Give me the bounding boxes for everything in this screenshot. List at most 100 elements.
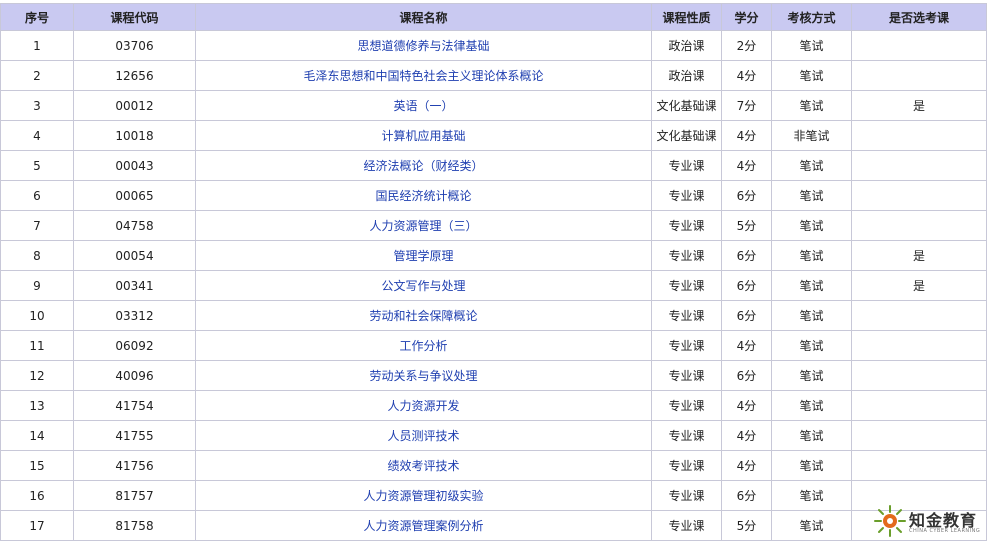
cell-elective: 是 — [851, 240, 987, 271]
cell-no: 2 — [0, 60, 74, 91]
course-name-link[interactable]: 毛泽东思想和中国特色社会主义理论体系概论 — [303, 69, 543, 83]
cell-credit: 6分 — [721, 480, 772, 511]
cell-exam: 笔试 — [771, 300, 852, 331]
cell-exam: 笔试 — [771, 270, 852, 301]
cell-code: 00065 — [73, 180, 196, 211]
cell-exam: 笔试 — [771, 330, 852, 361]
cell-exam: 笔试 — [771, 240, 852, 271]
table-body: 1 03706 思想道德修养与法律基础 政治课 2分 笔试 2 12656 毛泽东思想和中国特色… — [0, 30, 987, 541]
cell-credit: 6分 — [721, 270, 772, 301]
course-name-link[interactable]: 人力资源管理案例分析 — [363, 519, 483, 533]
cell-no: 9 — [0, 270, 74, 301]
table-row: 6 00065 国民经济统计概论 专业课 6分 笔试 — [0, 180, 987, 211]
cell-elective — [851, 420, 987, 451]
cell-name: 经济法概论（财经类） — [195, 150, 652, 181]
cell-elective — [851, 120, 987, 151]
cell-credit: 2分 — [721, 30, 772, 61]
table-row: 8 00054 管理学原理 专业课 6分 笔试是 — [0, 240, 987, 271]
cell-type: 文化基础课 — [651, 90, 722, 121]
course-name-link[interactable]: 计算机应用基础 — [381, 129, 465, 143]
cell-no: 6 — [0, 180, 74, 211]
cell-code: 10018 — [73, 120, 196, 151]
course-name-link[interactable]: 工作分析 — [399, 339, 447, 353]
header-no: 序号 — [0, 3, 74, 31]
cell-name: 人力资源开发 — [195, 390, 652, 421]
course-name-link[interactable]: 绩效考评技术 — [387, 459, 459, 473]
cell-name: 毛泽东思想和中国特色社会主义理论体系概论 — [195, 60, 652, 91]
cell-code: 03706 — [73, 30, 196, 61]
course-name-link[interactable]: 思想道德修养与法律基础 — [357, 39, 489, 53]
header-exam: 考核方式 — [771, 3, 852, 31]
header-name: 课程名称 — [195, 3, 652, 31]
cell-exam: 笔试 — [771, 60, 852, 91]
cell-elective — [851, 450, 987, 481]
course-name-link[interactable]: 人力资源管理（三） — [369, 219, 477, 233]
cell-code: 00054 — [73, 240, 196, 271]
cell-type: 专业课 — [651, 330, 722, 361]
course-name-link[interactable]: 管理学原理 — [393, 249, 453, 263]
cell-name: 思想道德修养与法律基础 — [195, 30, 652, 61]
table-row: 3 00012 英语（一） 文化基础课 7分 笔试是 — [0, 90, 987, 121]
course-name-link[interactable]: 人员测评技术 — [387, 429, 459, 443]
table-row: 4 10018 计算机应用基础 文化基础课 4分 非笔试 — [0, 120, 987, 151]
cell-exam: 笔试 — [771, 90, 852, 121]
header-credit: 学分 — [721, 3, 772, 31]
table-row: 9 00341 公文写作与处理 专业课 6分 笔试是 — [0, 270, 987, 301]
course-name-link[interactable]: 公文写作与处理 — [381, 279, 465, 293]
cell-type: 专业课 — [651, 360, 722, 391]
course-name-link[interactable]: 人力资源开发 — [387, 399, 459, 413]
cell-no: 8 — [0, 240, 74, 271]
cell-no: 7 — [0, 210, 74, 241]
cell-elective — [851, 360, 987, 391]
cell-credit: 4分 — [721, 390, 772, 421]
cell-exam: 笔试 — [771, 30, 852, 61]
cell-name: 绩效考评技术 — [195, 450, 652, 481]
header-row: 序号 课程代码 课程名称 课程性质 学分 考核方式 是否选考课 — [0, 3, 987, 31]
cell-exam: 笔试 — [771, 510, 852, 541]
cell-elective — [851, 60, 987, 91]
cell-no: 13 — [0, 390, 74, 421]
cell-type: 文化基础课 — [651, 120, 722, 151]
course-name-link[interactable]: 人力资源管理初级实验 — [363, 489, 483, 503]
cell-no: 5 — [0, 150, 74, 181]
cell-no: 1 — [0, 30, 74, 61]
cell-code: 41754 — [73, 390, 196, 421]
cell-no: 12 — [0, 360, 74, 391]
cell-credit: 7分 — [721, 90, 772, 121]
cell-exam: 笔试 — [771, 390, 852, 421]
cell-credit: 4分 — [721, 150, 772, 181]
cell-credit: 5分 — [721, 510, 772, 541]
cell-code: 03312 — [73, 300, 196, 331]
cell-name: 劳动关系与争议处理 — [195, 360, 652, 391]
cell-type: 专业课 — [651, 240, 722, 271]
course-name-link[interactable]: 劳动和社会保障概论 — [369, 309, 477, 323]
cell-type: 专业课 — [651, 420, 722, 451]
cell-credit: 6分 — [721, 360, 772, 391]
cell-type: 专业课 — [651, 150, 722, 181]
brand-watermark: 知金教育 CHINA CYBER LEARNING — [873, 504, 985, 538]
course-name-link[interactable]: 经济法概论（财经类） — [363, 159, 483, 173]
cell-type: 政治课 — [651, 60, 722, 91]
cell-elective — [851, 300, 987, 331]
cell-credit: 4分 — [721, 420, 772, 451]
course-name-link[interactable]: 国民经济统计概论 — [375, 189, 471, 203]
cell-elective: 是 — [851, 270, 987, 301]
cell-type: 专业课 — [651, 300, 722, 331]
cell-name: 公文写作与处理 — [195, 270, 652, 301]
cell-no: 4 — [0, 120, 74, 151]
course-name-link[interactable]: 英语（一） — [393, 99, 453, 113]
cell-code: 12656 — [73, 60, 196, 91]
cell-elective — [851, 330, 987, 361]
table-row: 12 40096 劳动关系与争议处理 专业课 6分 笔试 — [0, 360, 987, 391]
header-code: 课程代码 — [73, 3, 196, 31]
cell-exam: 笔试 — [771, 180, 852, 211]
cell-no: 17 — [0, 510, 74, 541]
cell-elective — [851, 150, 987, 181]
cell-no: 15 — [0, 450, 74, 481]
course-name-link[interactable]: 劳动关系与争议处理 — [369, 369, 477, 383]
cell-code: 41755 — [73, 420, 196, 451]
cell-exam: 笔试 — [771, 210, 852, 241]
cell-code: 06092 — [73, 330, 196, 361]
cell-credit: 6分 — [721, 240, 772, 271]
cell-name: 人力资源管理案例分析 — [195, 510, 652, 541]
